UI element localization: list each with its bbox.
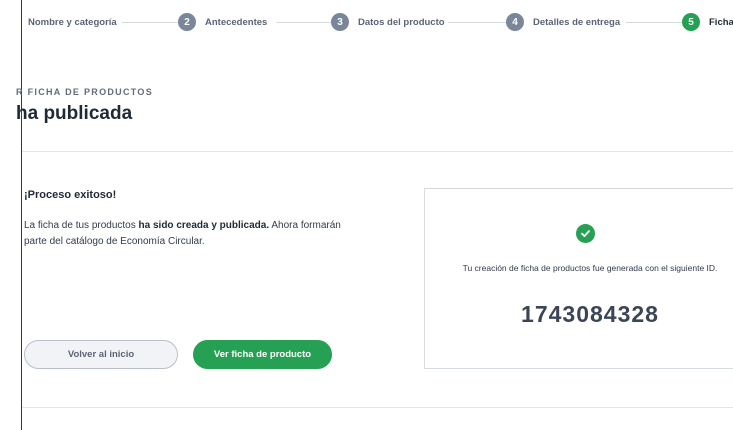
id-caption: Tu creación de ficha de productos fue ge… bbox=[462, 263, 718, 273]
check-circle-icon bbox=[576, 224, 595, 243]
bottom-divider bbox=[22, 407, 733, 408]
step-5-number: 5 bbox=[682, 13, 700, 31]
success-title: ¡Proceso exitoso! bbox=[24, 189, 117, 201]
step-4-label: Detalles de entrega bbox=[533, 16, 621, 28]
message-text: La ficha de tus productos bbox=[24, 220, 139, 231]
step-connector bbox=[626, 22, 682, 23]
step-connector bbox=[122, 22, 178, 23]
step-4[interactable]: 4 Detalles de entrega bbox=[506, 9, 620, 35]
product-id: 1743084328 bbox=[521, 301, 659, 327]
success-message: La ficha de tus productos ha sido creada… bbox=[24, 218, 354, 250]
step-3-number: 3 bbox=[331, 13, 349, 31]
breadcrumb: R FICHA DE PRODUCTOS bbox=[16, 87, 154, 97]
back-to-home-button[interactable]: Volver al inicio bbox=[24, 340, 178, 369]
step-1[interactable]: Nombre y categoría bbox=[28, 9, 117, 35]
progress-stepper: Nombre y categoría 2 Antecedentes 3 Dato… bbox=[0, 9, 733, 35]
message-bold-text: ha sido creada y publicada. bbox=[138, 220, 270, 231]
step-2[interactable]: 2 Antecedentes bbox=[178, 9, 267, 35]
left-border bbox=[21, 0, 22, 430]
top-divider bbox=[22, 151, 733, 152]
step-3[interactable]: 3 Datos del producto bbox=[331, 9, 445, 35]
step-5[interactable]: 5 Ficha bbox=[682, 9, 733, 35]
id-card: Tu creación de ficha de productos fue ge… bbox=[424, 188, 733, 369]
step-5-label: Ficha bbox=[709, 16, 733, 28]
view-product-sheet-button[interactable]: Ver ficha de producto bbox=[193, 340, 332, 369]
step-connector bbox=[276, 22, 331, 23]
step-2-number: 2 bbox=[178, 13, 196, 31]
step-1-label: Nombre y categoría bbox=[28, 16, 117, 28]
step-4-number: 4 bbox=[506, 13, 524, 31]
page-title: ha publicada bbox=[16, 103, 133, 124]
step-connector bbox=[448, 22, 506, 23]
step-3-label: Datos del producto bbox=[358, 16, 445, 28]
step-2-label: Antecedentes bbox=[205, 16, 268, 28]
